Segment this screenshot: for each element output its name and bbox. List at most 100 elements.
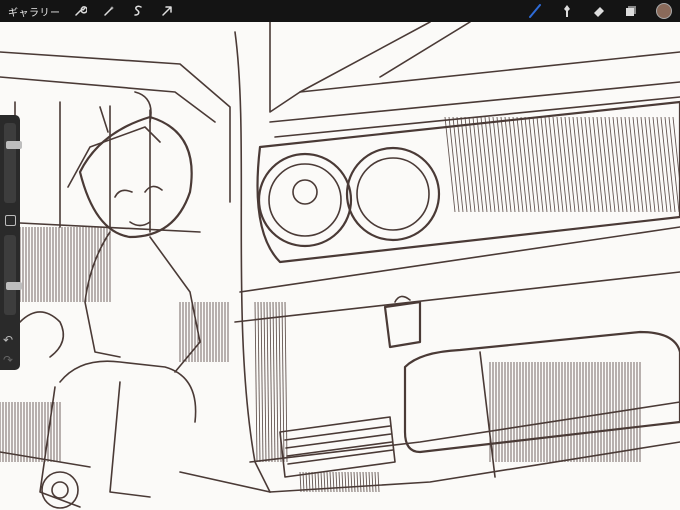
hatch-line [616, 116, 628, 213]
hatch-line [254, 301, 258, 463]
hatch-line [456, 116, 468, 213]
hatch-line [452, 116, 464, 213]
hatch-line [572, 116, 584, 213]
hatch-line [368, 471, 371, 493]
hatch-line [552, 116, 564, 213]
color-picker-swatch[interactable] [656, 3, 672, 19]
hatch-line [580, 116, 592, 213]
hatch-line [374, 471, 377, 493]
hatch-line [576, 116, 588, 213]
smudge-icon[interactable] [558, 2, 576, 20]
hatch-line [660, 116, 672, 213]
hatch-line [281, 301, 285, 463]
hatch-line [596, 116, 608, 213]
hatch-line [257, 301, 261, 463]
hatch-line [448, 116, 460, 213]
hatch-line [504, 116, 516, 213]
hatch-line [524, 116, 536, 213]
magic-wand-icon[interactable] [100, 2, 118, 20]
hatch-line [472, 116, 484, 213]
hatch-line [516, 116, 528, 213]
redo-button[interactable]: ↷ [3, 353, 13, 367]
undo-button[interactable]: ↶ [3, 333, 13, 347]
modify-button[interactable] [5, 215, 16, 226]
hatch-line [338, 471, 341, 493]
hatch-line [365, 471, 368, 493]
hatch-line [600, 116, 612, 213]
brush-size-slider[interactable] [4, 123, 22, 203]
hatch-line [464, 116, 476, 213]
brush-icon[interactable] [526, 2, 544, 20]
hatch-line [656, 116, 668, 213]
hatch-line [544, 116, 556, 213]
hatch-line [536, 116, 548, 213]
hatch-line [604, 116, 616, 213]
hatch-line [480, 116, 492, 213]
hatch-line [269, 301, 273, 463]
gallery-button[interactable]: ギャラリー [8, 4, 61, 19]
hatch-line [640, 116, 652, 213]
hatch-line [350, 471, 353, 493]
hatch-line [668, 116, 680, 213]
hatch-line [344, 471, 347, 493]
top-toolbar: ギャラリー [0, 0, 680, 22]
hatch-line [644, 116, 656, 213]
brush-size-thumb[interactable] [6, 141, 22, 149]
transform-icon[interactable] [158, 2, 176, 20]
hatch-line [341, 471, 344, 493]
hatch-line [560, 116, 572, 213]
hatch-line [272, 301, 276, 463]
hatch-line [528, 116, 540, 213]
hatch-line [612, 116, 624, 213]
hatch-line [540, 116, 552, 213]
selection-icon[interactable] [129, 2, 147, 20]
wrench-icon[interactable] [71, 2, 89, 20]
hatch-line [664, 116, 676, 213]
hatch-line [371, 471, 374, 493]
opacity-thumb[interactable] [6, 281, 22, 290]
hatch-line [266, 301, 270, 463]
hatch-line [624, 116, 636, 213]
hatch-line [353, 471, 356, 493]
hatch-line [444, 116, 456, 213]
hatch-line [632, 116, 644, 213]
hatch-line [568, 116, 580, 213]
hatch-line [332, 471, 335, 493]
hatch-line [512, 116, 524, 213]
hatch-line [484, 116, 496, 213]
hatch-line [584, 116, 596, 213]
hatch-line [335, 471, 338, 493]
hatch-line [263, 301, 267, 463]
hatch-line [588, 116, 600, 213]
hatch-line [460, 116, 472, 213]
hatch-line [488, 116, 500, 213]
hatch-line [592, 116, 604, 213]
hatch-line [362, 471, 365, 493]
hatch-line [260, 301, 264, 463]
hatch-line [564, 116, 576, 213]
hatch-line [275, 301, 279, 463]
hatch-line [532, 116, 544, 213]
hatch-line [496, 116, 508, 213]
hatch-line [492, 116, 504, 213]
hatch-line [636, 116, 648, 213]
hatch-line [356, 471, 359, 493]
hatch-line [608, 116, 620, 213]
layers-icon[interactable] [622, 2, 640, 20]
hatch-line [556, 116, 568, 213]
hatch-line [620, 116, 632, 213]
hatch-line [377, 471, 380, 493]
hatch-line [520, 116, 532, 213]
hatch-line [508, 116, 520, 213]
hatch-line [652, 116, 664, 213]
hatch-line [347, 471, 350, 493]
hatch-line [548, 116, 560, 213]
hatch-line [628, 116, 640, 213]
opacity-slider[interactable] [4, 235, 22, 315]
line-art-illustration [0, 22, 680, 509]
hatch-line [284, 301, 288, 463]
eraser-icon[interactable] [590, 2, 608, 20]
hatch-line [468, 116, 480, 213]
drawing-canvas[interactable] [0, 22, 680, 510]
hatch-line [476, 116, 488, 213]
